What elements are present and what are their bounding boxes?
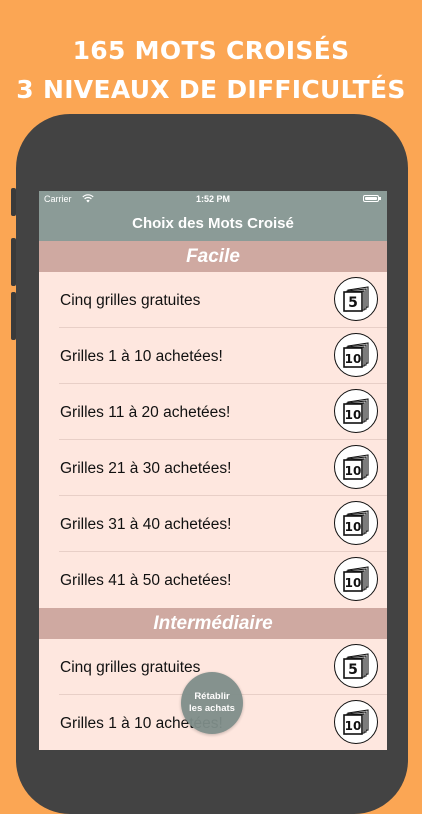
status-bar: Carrier 1:52 PM <box>39 191 387 207</box>
app-screen: Carrier 1:52 PM Choix des Mots Croisé Fa… <box>39 191 387 750</box>
restore-purchases-button[interactable]: Rétablir les achats <box>181 672 243 734</box>
section-header: Facile <box>39 241 387 272</box>
promo-headline-1: 165 MOTS CROISÉS <box>72 36 350 65</box>
battery-icon <box>363 195 381 202</box>
grid-count-label: 10 <box>345 352 362 366</box>
puzzle-pack-label: Grilles 11 à 20 achetées! <box>60 404 231 421</box>
puzzle-pack-row[interactable]: Grilles 41 à 50 achetées! 10 <box>39 552 387 608</box>
puzzle-pack-row[interactable]: Grilles 31 à 40 achetées! 10 <box>39 496 387 552</box>
grid-stack-icon: 10 <box>334 333 378 377</box>
puzzle-pack-label: Grilles 21 à 30 achetées! <box>60 460 232 477</box>
puzzle-pack-row[interactable]: Cinq grilles gratuites 5 <box>39 272 387 328</box>
phone-mute-switch <box>11 188 16 216</box>
grid-count-label: 10 <box>345 719 362 733</box>
grid-stack-icon: 10 <box>334 700 378 744</box>
status-time: 1:52 PM <box>195 194 230 204</box>
grid-count-label: 10 <box>345 520 362 534</box>
phone-volume-up <box>11 238 16 286</box>
grid-stack-icon: 10 <box>334 389 378 433</box>
promo-headline-2: 3 NIVEAUX DE DIFFICULTÉS <box>16 75 406 104</box>
puzzle-pack-label: Grilles 31 à 40 achetées! <box>60 516 232 533</box>
grid-count-label: 10 <box>345 464 362 478</box>
puzzle-pack-label: Grilles 1 à 10 achetées! <box>60 348 223 365</box>
puzzle-pack-label: Grilles 41 à 50 achetées! <box>60 572 232 589</box>
grid-count-label: 10 <box>345 576 362 590</box>
grid-stack-icon: 10 <box>334 557 378 601</box>
grid-stack-icon: 10 <box>334 445 378 489</box>
restore-label-line2: les achats <box>189 703 235 714</box>
phone-volume-down <box>11 292 16 340</box>
puzzle-pack-label: Cinq grilles gratuites <box>60 659 201 676</box>
nav-title: Choix des Mots Croisé <box>39 207 387 241</box>
puzzle-pack-row[interactable]: Grilles 1 à 10 achetées! 10 <box>39 328 387 384</box>
puzzle-pack-row[interactable]: Grilles 21 à 30 achetées! 10 <box>39 440 387 496</box>
grid-stack-icon: 10 <box>334 501 378 545</box>
grid-count-label: 10 <box>345 408 362 422</box>
section-header: Intermédiaire <box>39 608 387 639</box>
puzzle-pack-row[interactable]: Grilles 11 à 20 achetées! 10 <box>39 384 387 440</box>
restore-label-line1: Rétablir <box>194 691 230 702</box>
grid-count-label: 5 <box>348 295 358 311</box>
grid-stack-icon: 5 <box>334 277 378 321</box>
grid-stack-icon: 5 <box>334 644 378 688</box>
grid-count-label: 5 <box>348 662 358 678</box>
puzzle-pack-label: Cinq grilles gratuites <box>60 292 201 309</box>
